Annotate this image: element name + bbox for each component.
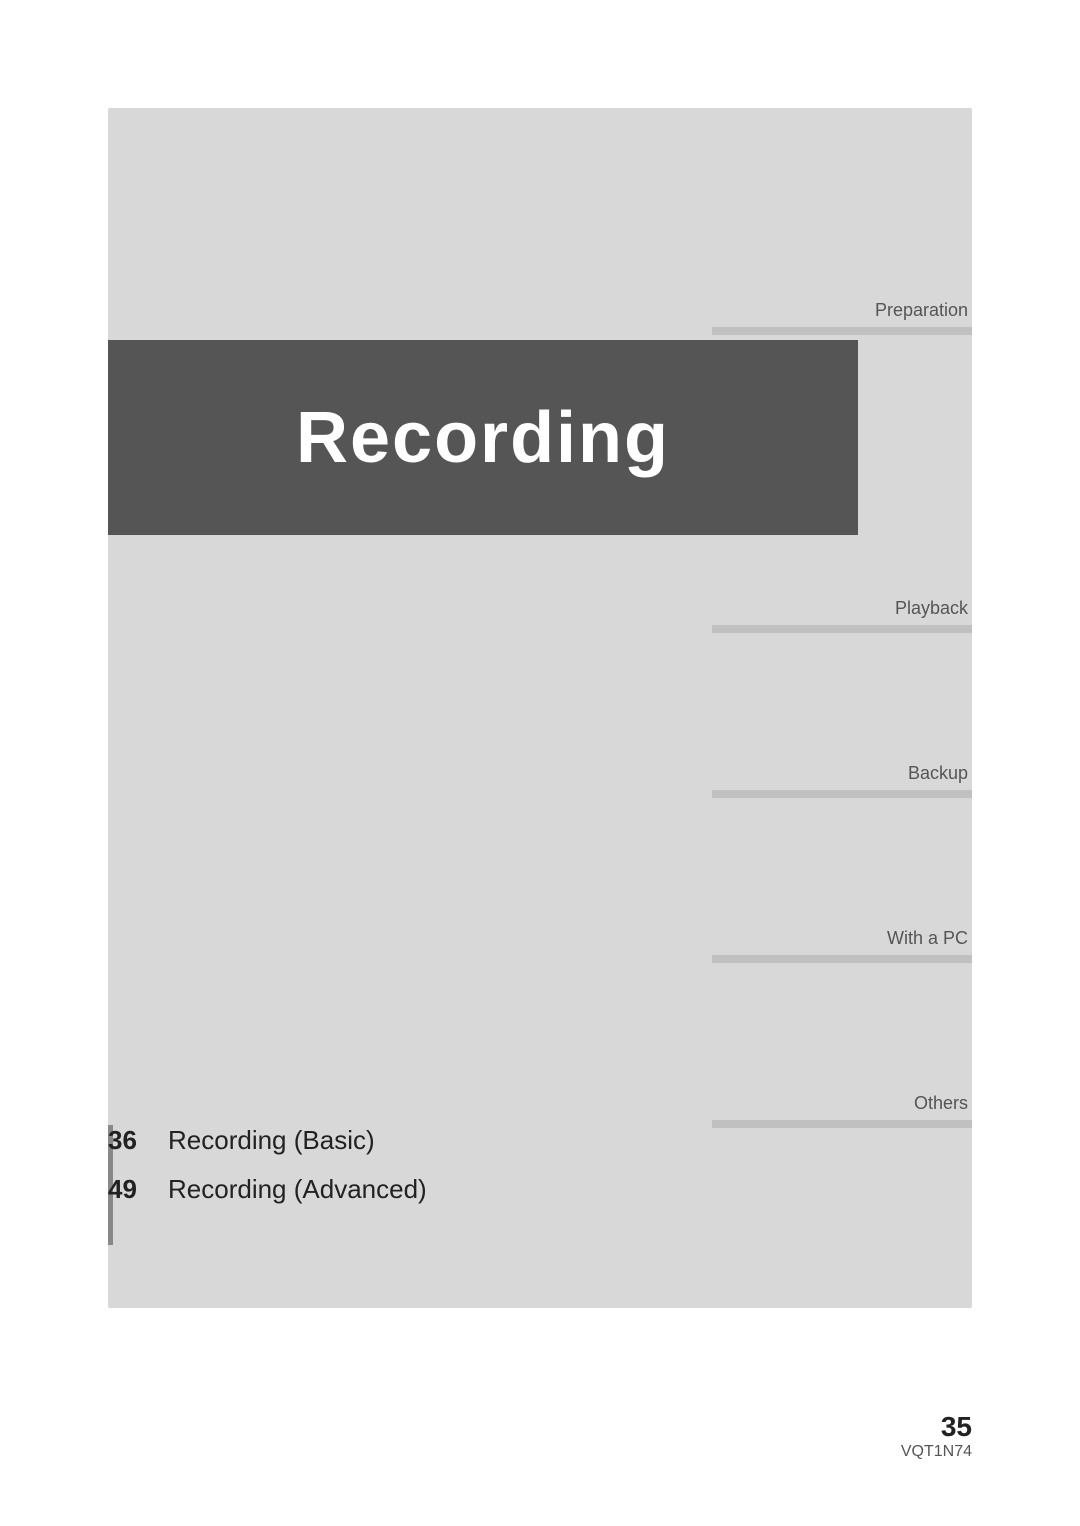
toc-number-1: 36 <box>108 1125 168 1156</box>
toc-text-2: Recording (Advanced) <box>168 1174 427 1205</box>
section-backup: Backup <box>682 763 972 798</box>
preparation-label: Preparation <box>875 300 972 321</box>
model-number: VQT1N74 <box>901 1443 972 1460</box>
playback-label: Playback <box>895 598 972 619</box>
section-playback: Playback <box>682 598 972 633</box>
others-bar <box>712 1120 972 1128</box>
toc-entry-1: 36 Recording (Basic) <box>108 1125 668 1156</box>
withapc-bar <box>712 955 972 963</box>
page-container: Preparation Playback Backup With a PC Ot… <box>0 0 1080 1526</box>
withapc-label: With a PC <box>887 928 972 949</box>
section-withapc: With a PC <box>682 928 972 963</box>
toc-container: 36 Recording (Basic) 49 Recording (Advan… <box>108 1125 668 1223</box>
others-label: Others <box>914 1093 972 1114</box>
backup-bar <box>712 790 972 798</box>
playback-bar <box>712 625 972 633</box>
preparation-bar <box>712 327 972 335</box>
page-number: 35 <box>901 1411 972 1443</box>
toc-number-2: 49 <box>108 1174 168 1205</box>
toc-entry-2: 49 Recording (Advanced) <box>108 1174 668 1205</box>
section-others: Others <box>682 1093 972 1128</box>
section-preparation: Preparation <box>682 300 972 335</box>
backup-label: Backup <box>908 763 972 784</box>
page-number-container: 35 VQT1N74 <box>901 1411 972 1461</box>
recording-section: Recording <box>108 340 858 535</box>
toc-text-1: Recording (Basic) <box>168 1125 375 1156</box>
recording-title: Recording <box>296 397 670 479</box>
